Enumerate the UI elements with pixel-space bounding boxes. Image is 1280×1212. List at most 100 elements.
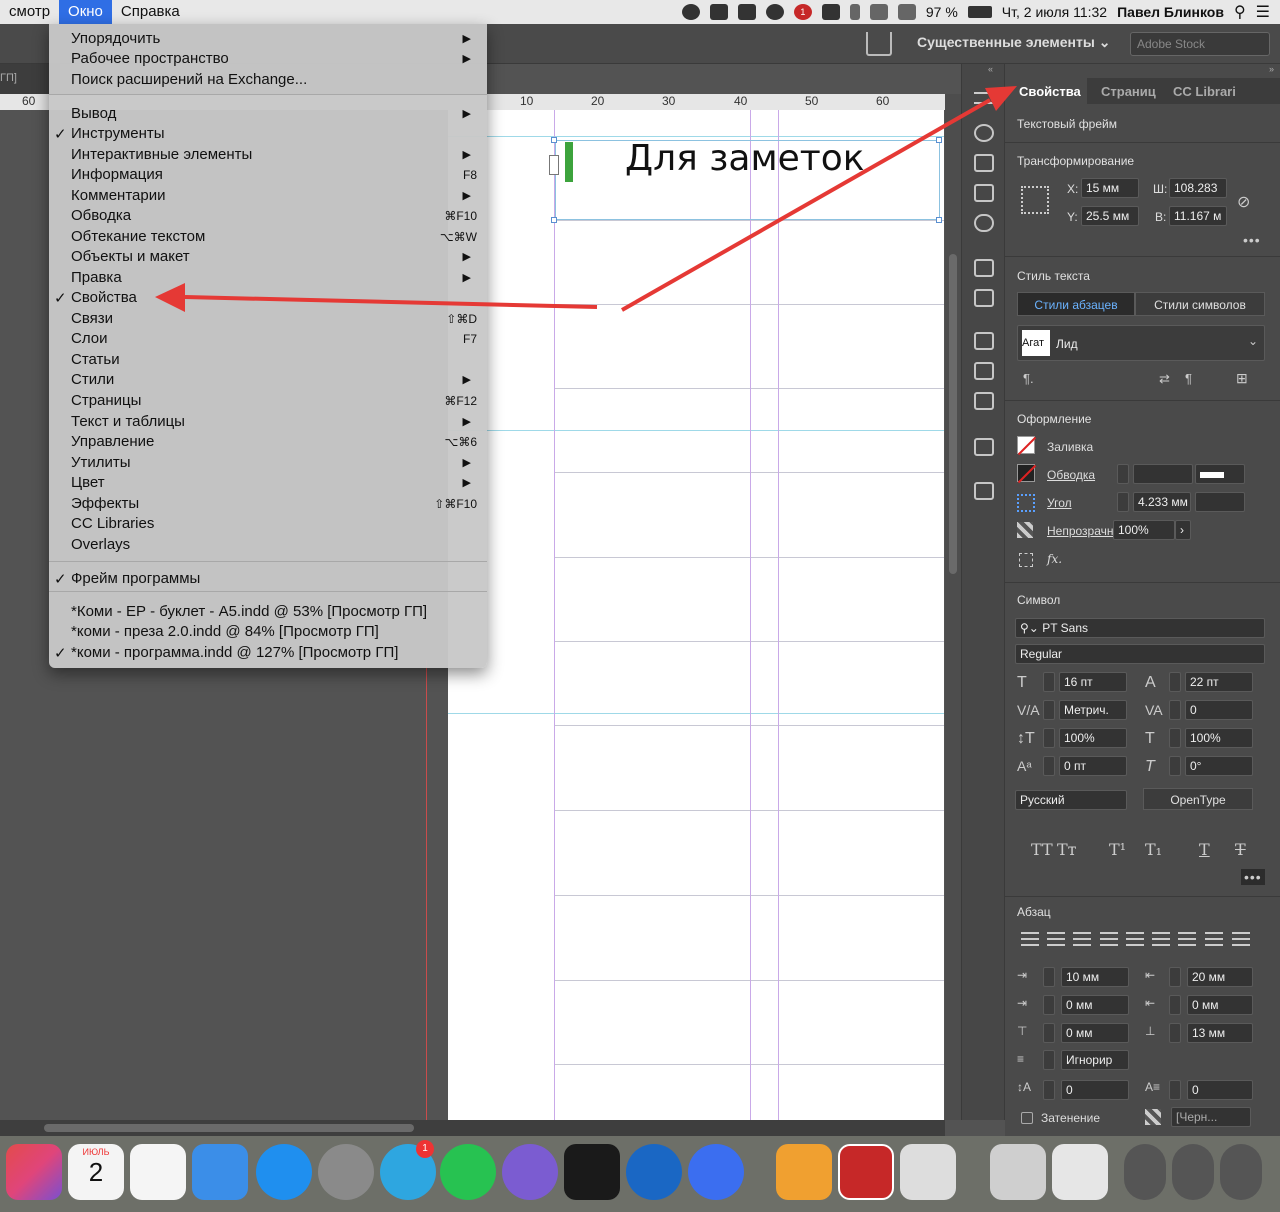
frame-handle[interactable] bbox=[551, 217, 557, 223]
user-name[interactable]: Павел Блинков bbox=[1117, 4, 1224, 20]
strikethrough-icon[interactable]: T bbox=[1235, 840, 1246, 859]
horizontal-scroll-thumb[interactable] bbox=[44, 1124, 414, 1132]
subscript-icon[interactable]: T₁ bbox=[1145, 840, 1162, 859]
menu-window[interactable]: Окно bbox=[59, 0, 112, 24]
menu-item[interactable]: Правка ▶ bbox=[49, 268, 487, 288]
terminal-icon[interactable] bbox=[564, 1144, 620, 1200]
opacity-field[interactable]: 100% bbox=[1113, 520, 1175, 540]
menu-item[interactable]: ✓ *коми - программа.indd @ 127% [Просмотр… bbox=[49, 643, 487, 663]
input-source-icon[interactable] bbox=[821, 4, 840, 20]
battery-icon[interactable] bbox=[967, 6, 992, 18]
menu-item[interactable]: Стили ▶ bbox=[49, 370, 487, 390]
align-toward-spine-icon[interactable] bbox=[1205, 932, 1223, 946]
menu-item[interactable]: Утилиты ▶ bbox=[49, 453, 487, 473]
wifi-icon[interactable] bbox=[869, 4, 888, 20]
align-left-icon[interactable] bbox=[1021, 932, 1039, 946]
dropcap-chars-stepper[interactable] bbox=[1169, 1080, 1181, 1100]
paragraph-styles-icon[interactable] bbox=[974, 289, 994, 307]
fill-label[interactable]: Заливка bbox=[1047, 440, 1093, 454]
frame-handle[interactable] bbox=[936, 217, 942, 223]
app-store-icon[interactable] bbox=[256, 1144, 312, 1200]
zoom-map-icon[interactable] bbox=[1124, 1144, 1166, 1200]
last-line-indent-field[interactable]: 0 мм bbox=[1187, 995, 1253, 1015]
paragraph-styles-tab[interactable]: Стили абзацев bbox=[1017, 292, 1135, 316]
scripts-icon[interactable] bbox=[974, 482, 994, 500]
control-list-icon[interactable]: ☰ bbox=[1256, 2, 1270, 22]
space-after-field[interactable]: 13 мм bbox=[1187, 1023, 1253, 1043]
justify-all-icon[interactable] bbox=[1178, 932, 1196, 946]
menu-help[interactable]: Справка bbox=[112, 0, 189, 24]
pages-icon[interactable] bbox=[776, 1144, 832, 1200]
stroke-weight-stepper[interactable] bbox=[1117, 464, 1129, 484]
x-field[interactable]: 15 мм bbox=[1081, 178, 1139, 198]
new-style-icon[interactable]: ⊞ bbox=[1236, 370, 1248, 387]
font-style-select[interactable]: Regular bbox=[1015, 644, 1265, 664]
opacity-arrow[interactable]: › bbox=[1175, 520, 1191, 540]
menu-item[interactable]: Упорядочить ▶ bbox=[49, 29, 487, 49]
character-styles-tab[interactable]: Стили символов bbox=[1135, 292, 1265, 316]
notification-badge-icon[interactable]: 1 bbox=[793, 4, 812, 20]
right-indent-stepper[interactable] bbox=[1169, 967, 1181, 987]
cell-styles-icon[interactable] bbox=[974, 362, 994, 380]
underline-icon[interactable]: T bbox=[1199, 840, 1210, 859]
keynote-icon[interactable] bbox=[192, 1144, 248, 1200]
spotlight-search-icon[interactable]: ⚲ bbox=[1234, 2, 1246, 22]
space-before-field[interactable]: 0 мм bbox=[1061, 1023, 1129, 1043]
kerning-field[interactable]: Метрич. bbox=[1059, 700, 1127, 720]
acrobat-icon[interactable] bbox=[838, 1144, 894, 1200]
menu-item[interactable]: *коми - преза 2.0.indd @ 84% [Просмотр Г… bbox=[49, 622, 487, 642]
tab-cc-libraries[interactable]: CC Librari bbox=[1163, 78, 1263, 104]
align-to-grid-select[interactable]: Игнорир bbox=[1061, 1050, 1129, 1070]
system-preferences-icon[interactable] bbox=[318, 1144, 374, 1200]
menu-item[interactable]: CC Libraries bbox=[49, 514, 487, 534]
opacity-icon[interactable] bbox=[1017, 522, 1033, 538]
all-caps-icon[interactable]: TT bbox=[1031, 840, 1053, 859]
width-field[interactable]: 108.283 bbox=[1169, 178, 1227, 198]
table-icon[interactable] bbox=[974, 332, 994, 350]
workspace-switcher[interactable]: Существенные элементы ⌄ bbox=[917, 34, 1110, 51]
font-size-stepper[interactable] bbox=[1043, 672, 1055, 692]
baseline-shift-stepper[interactable] bbox=[1043, 756, 1055, 776]
height-field[interactable]: 11.167 м bbox=[1169, 206, 1227, 226]
vertical-scroll-thumb[interactable] bbox=[949, 254, 957, 574]
whatsapp-icon[interactable] bbox=[440, 1144, 496, 1200]
last-line-indent-stepper[interactable] bbox=[1169, 995, 1181, 1015]
viber-tray-icon[interactable] bbox=[765, 4, 784, 20]
menu-item[interactable]: Overlays bbox=[49, 535, 487, 555]
share-icon[interactable] bbox=[866, 32, 892, 56]
superscript-icon[interactable]: T¹ bbox=[1109, 840, 1126, 859]
menu-item[interactable]: Страницы ⌘F12 bbox=[49, 391, 487, 411]
y-field[interactable]: 25.5 мм bbox=[1081, 206, 1139, 226]
menu-item[interactable]: Обводка ⌘F10 bbox=[49, 206, 487, 226]
tracking-field[interactable]: 0 bbox=[1185, 700, 1253, 720]
location-icon[interactable] bbox=[1220, 1144, 1262, 1200]
right-indent-field[interactable]: 20 мм bbox=[1187, 967, 1253, 987]
dropcap-lines-stepper[interactable] bbox=[1043, 1080, 1055, 1100]
calculator-icon[interactable] bbox=[900, 1144, 956, 1200]
menu-item[interactable]: ✓ Свойства bbox=[49, 288, 487, 308]
space-before-stepper[interactable] bbox=[1043, 1023, 1055, 1043]
skew-field[interactable]: 0° bbox=[1185, 756, 1253, 776]
align-away-spine-icon[interactable] bbox=[1232, 932, 1250, 946]
menu-item[interactable]: Текст и таблицы ▶ bbox=[49, 412, 487, 432]
reminders-icon[interactable] bbox=[130, 1144, 186, 1200]
volume-icon[interactable] bbox=[897, 4, 916, 20]
document-page[interactable] bbox=[448, 110, 944, 1120]
constrain-proportions-icon[interactable]: ⊘ bbox=[1237, 192, 1250, 212]
menu-view[interactable]: смотр bbox=[0, 0, 59, 24]
table-styles-icon[interactable] bbox=[974, 392, 994, 410]
more-options-icon[interactable]: ••• bbox=[1243, 232, 1261, 248]
menu-item[interactable]: Обтекание текстом ⌥⌘W bbox=[49, 227, 487, 247]
align-to-grid-stepper[interactable] bbox=[1043, 1050, 1055, 1070]
collapse-panel-icon[interactable]: » bbox=[1269, 64, 1274, 74]
horizontal-scale-field[interactable]: 100% bbox=[1185, 728, 1253, 748]
dropcap-chars-field[interactable]: 0 bbox=[1187, 1080, 1253, 1100]
character-styles-icon[interactable] bbox=[974, 259, 994, 277]
shading-checkbox[interactable] bbox=[1021, 1112, 1033, 1124]
corner-size-field[interactable]: 4.233 мм bbox=[1133, 492, 1191, 512]
corner-stepper[interactable] bbox=[1117, 492, 1129, 512]
links-icon[interactable] bbox=[974, 214, 994, 232]
horizontal-scrollbar[interactable] bbox=[0, 1120, 945, 1136]
first-line-indent-field[interactable]: 0 мм bbox=[1061, 995, 1129, 1015]
menu-item[interactable]: *Коми - ЕР - буклет - А5.indd @ 53% [Про… bbox=[49, 602, 487, 622]
